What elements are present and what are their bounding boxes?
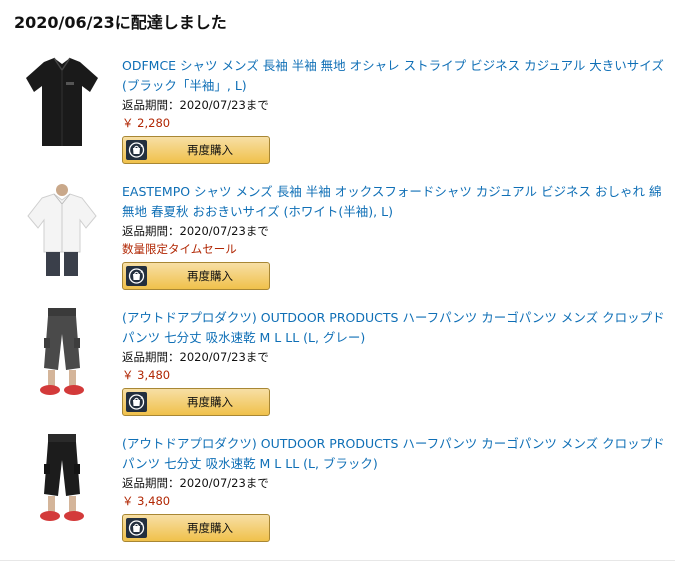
product-price: ￥ 3,480 bbox=[122, 368, 171, 382]
order-item: (アウトドアプロダクツ) OUTDOOR PRODUCTS ハーフパンツ カーゴ… bbox=[0, 304, 675, 430]
reorder-bag-icon bbox=[126, 140, 147, 160]
product-image-black-pants[interactable] bbox=[14, 432, 110, 528]
reorder-bag-icon bbox=[126, 518, 147, 538]
reorder-bag-icon bbox=[126, 392, 147, 412]
buy-again-button[interactable]: 再度購入 bbox=[122, 262, 270, 290]
product-title-link[interactable]: EASTEMPO シャツ メンズ 長袖 半袖 オックスフォードシャツ カジュアル… bbox=[122, 182, 667, 222]
return-period: 返品期間：2020/07/23まで bbox=[122, 350, 269, 364]
buy-again-label: 再度購入 bbox=[187, 395, 233, 409]
buy-again-label: 再度購入 bbox=[187, 143, 233, 157]
buy-again-button[interactable]: 再度購入 bbox=[122, 388, 270, 416]
order-item: ODFMCE シャツ メンズ 長袖 半袖 無地 オシャレ ストライプ ビジネス … bbox=[0, 52, 675, 178]
buy-again-label: 再度購入 bbox=[187, 521, 233, 535]
buy-again-button[interactable]: 再度購入 bbox=[122, 136, 270, 164]
deal-badge: 数量限定タイムセール bbox=[122, 242, 237, 256]
return-period: 返品期間：2020/07/23まで bbox=[122, 224, 269, 238]
product-image-black-shirt[interactable] bbox=[14, 52, 110, 148]
product-title-link[interactable]: ODFMCE シャツ メンズ 長袖 半袖 無地 オシャレ ストライプ ビジネス … bbox=[122, 56, 667, 96]
product-image-grey-pants[interactable] bbox=[14, 306, 110, 402]
buy-again-label: 再度購入 bbox=[187, 269, 233, 283]
return-period: 返品期間：2020/07/23まで bbox=[122, 98, 269, 112]
section-divider bbox=[0, 560, 675, 561]
product-title-link[interactable]: (アウトドアプロダクツ) OUTDOOR PRODUCTS ハーフパンツ カーゴ… bbox=[122, 308, 667, 348]
product-title-link[interactable]: (アウトドアプロダクツ) OUTDOOR PRODUCTS ハーフパンツ カーゴ… bbox=[122, 434, 667, 474]
order-item: (アウトドアプロダクツ) OUTDOOR PRODUCTS ハーフパンツ カーゴ… bbox=[0, 430, 675, 556]
product-price: ￥ 3,480 bbox=[122, 494, 171, 508]
reorder-bag-icon bbox=[126, 266, 147, 286]
delivery-heading: 2020/06/23に配達しました bbox=[14, 13, 227, 32]
order-item: EASTEMPO シャツ メンズ 長袖 半袖 オックスフォードシャツ カジュアル… bbox=[0, 178, 675, 304]
product-price: ￥ 2,280 bbox=[122, 116, 171, 130]
product-image-white-shirt[interactable] bbox=[14, 182, 110, 278]
buy-again-button[interactable]: 再度購入 bbox=[122, 514, 270, 542]
return-period: 返品期間：2020/07/23まで bbox=[122, 476, 269, 490]
